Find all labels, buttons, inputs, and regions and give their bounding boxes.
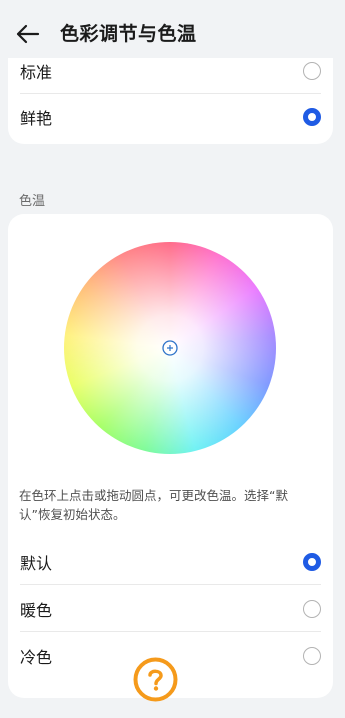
color-mode-card: 标准 鲜艳 <box>8 58 333 144</box>
radio-warm[interactable] <box>303 600 321 618</box>
section-label-color-temp: 色温 <box>19 194 46 209</box>
arrow-left-icon <box>16 24 40 44</box>
option-warm[interactable]: 暖色 <box>8 586 333 632</box>
help-button[interactable] <box>133 657 178 702</box>
radio-default[interactable] <box>303 553 321 571</box>
question-icon <box>133 657 178 702</box>
radio-standard[interactable] <box>303 62 321 80</box>
color-temp-card: 在色环上点击或拖动圆点，可更改色温。选择“默认”恢复初始状态。 默认 暖色 冷色 <box>8 214 333 698</box>
radio-vivid[interactable] <box>303 108 321 126</box>
option-standard-label: 标准 <box>20 63 53 82</box>
back-button[interactable] <box>14 20 44 48</box>
radio-cool[interactable] <box>303 647 321 665</box>
divider <box>20 584 321 585</box>
color-wheel[interactable] <box>64 242 276 454</box>
option-default[interactable]: 默认 <box>8 539 333 585</box>
option-vivid[interactable]: 鲜艳 <box>8 94 333 140</box>
option-standard[interactable]: 标准 <box>8 48 333 94</box>
option-default-label: 默认 <box>20 554 53 573</box>
option-cool-label: 冷色 <box>20 648 53 667</box>
divider <box>20 631 321 632</box>
option-vivid-label: 鲜艳 <box>20 109 53 128</box>
color-temp-description: 在色环上点击或拖动圆点，可更改色温。选择“默认”恢复初始状态。 <box>19 488 288 522</box>
option-warm-label: 暖色 <box>20 601 53 620</box>
page-title: 色彩调节与色温 <box>60 23 197 45</box>
color-wheel-handle[interactable] <box>162 340 178 356</box>
crosshair-icon <box>162 340 178 356</box>
